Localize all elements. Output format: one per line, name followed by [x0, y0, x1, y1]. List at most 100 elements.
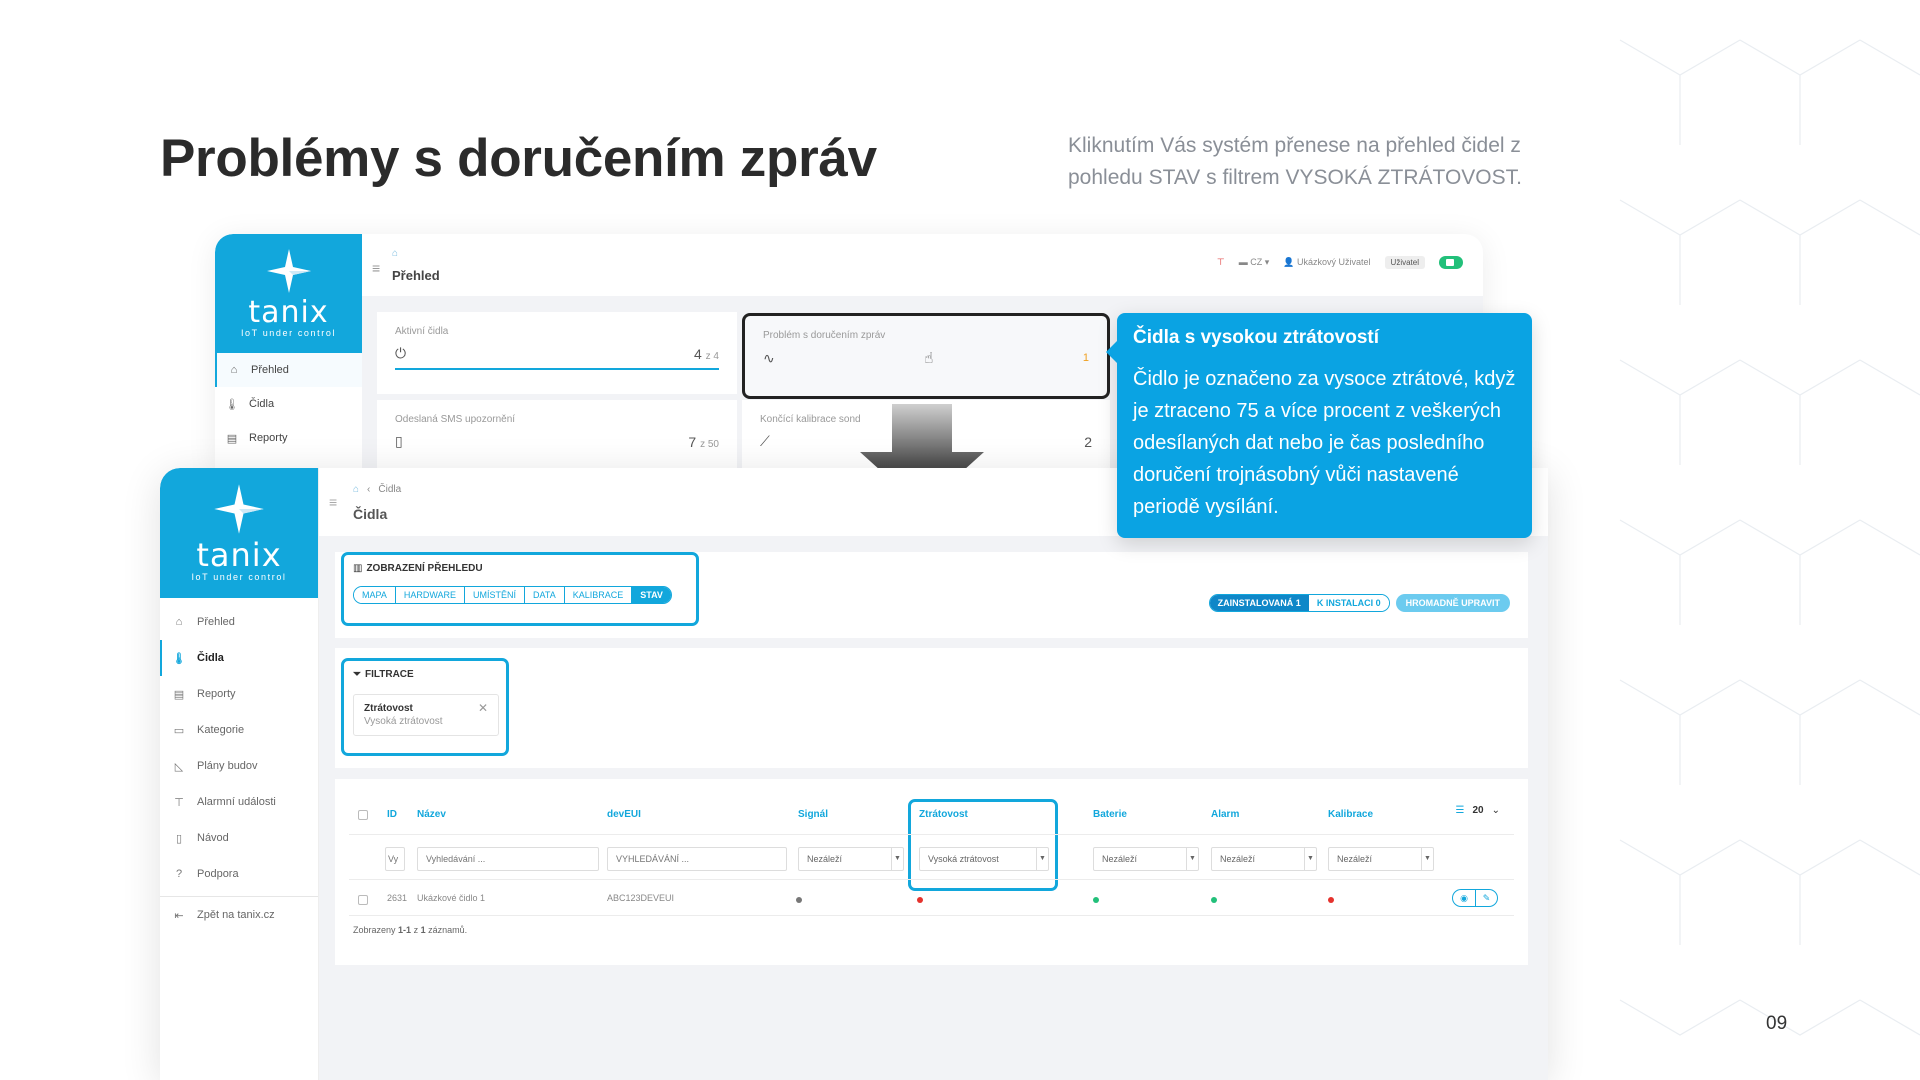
sensors-screenshot: tanix IoT under control ⌂ Přehled 🌡 Čidl… [160, 468, 1548, 1080]
back-link-label: Zpět na tanix.cz [197, 909, 275, 921]
caret-down-icon: ▼ [1421, 848, 1433, 870]
loss-filter-select[interactable]: Vysoká ztrátovost ▼ [919, 847, 1049, 871]
sidebar-item-prehled[interactable]: ⌂ Přehled [160, 604, 318, 640]
sidebar-item-reporty[interactable]: ▤ Reporty [215, 421, 362, 455]
filter-panel: ⏷ FILTRACE Ztrátovost Vysoká ztrátovost … [335, 648, 1528, 768]
tab-hardware[interactable]: HARDWARE [395, 587, 466, 603]
home-icon[interactable]: ⌂ [392, 248, 398, 259]
tanix-logo-mark-icon [214, 484, 264, 534]
logo-word: tanix [196, 536, 282, 574]
row-checkbox[interactable] [358, 895, 368, 905]
sidebar-item-kategorie[interactable]: ▭ Kategorie [160, 712, 318, 748]
installation-filter: ZAINSTALOVANÁ 1 K INSTALACI 0 [1208, 594, 1390, 612]
sidebar-item-prehled[interactable]: ⌂ Přehled [215, 353, 362, 387]
sidebar-item-navod[interactable]: ▯ Návod [160, 820, 318, 856]
sidebar-item-label: Podpora [197, 868, 239, 880]
hamburger-menu-icon[interactable]: ≡ [329, 494, 337, 510]
sidebar-item-label: Reporty [249, 432, 288, 444]
summary-total: 1 [420, 925, 426, 935]
caret-down-icon: ▼ [891, 848, 903, 870]
sidebar-item-plany-budov[interactable]: ◺ Plány budov [160, 748, 318, 784]
pencil-icon[interactable]: ✎ [1475, 890, 1497, 906]
phone-icon: ▯ [395, 433, 403, 449]
summary-range: 1-1 [398, 925, 412, 935]
battery-status-dot [1093, 897, 1099, 903]
sensors-sidebar: tanix IoT under control ⌂ Přehled 🌡 Čidl… [160, 468, 319, 1080]
column-header-loss[interactable]: Ztrátovost [919, 809, 968, 820]
tab-kalibrace[interactable]: KALIBRACE [564, 587, 633, 603]
sidebar-item-podpora[interactable]: ? Podpora [160, 856, 318, 892]
caret-down-icon: ▼ [1036, 848, 1048, 870]
deveui-filter-input[interactable] [607, 847, 787, 871]
view-tabs: MAPA HARDWARE UMÍSTĚNÍ DATA KALIBRACE ST… [353, 586, 672, 604]
antenna-icon[interactable]: ⊤ [1217, 257, 1225, 268]
battery-filter-select[interactable]: Nezáleží ▼ [1093, 847, 1199, 871]
row-name[interactable]: Ukázkové čidlo 1 [417, 893, 485, 903]
signal-status-dot [796, 897, 802, 903]
overview-header: ≡ ⌂ Přehled ⊤ ▬ CZ ▾ 👤 Ukázkový Uživatel… [362, 234, 1483, 296]
breadcrumb-item[interactable]: Čidla [378, 484, 401, 495]
column-header-name[interactable]: Název [417, 809, 446, 820]
column-header-id[interactable]: ID [387, 809, 397, 820]
overview-sidebar: tanix IoT under control ⌂ Přehled 🌡 Čidl… [215, 234, 362, 470]
column-header-signal[interactable]: Signál [798, 809, 828, 820]
card-sms-alerts[interactable]: Odeslaná SMS upozornění ▯ 7 z 50 [377, 400, 737, 470]
sidebar-item-cidla[interactable]: 🌡 Čidla [160, 640, 318, 676]
card-active-sensors[interactable]: Aktivní čidla ⏻ 4 z 4 [377, 312, 737, 394]
column-header-calibration[interactable]: Kalibrace [1328, 809, 1373, 820]
logo-tagline: IoT under control [240, 328, 337, 338]
sidebar-item-label: Čidla [197, 652, 224, 664]
to-install-button[interactable]: K INSTALACI 0 [1308, 595, 1389, 611]
filter-value: Vysoká ztrátovost [364, 716, 443, 727]
sidebar-item-label: Čidla [249, 398, 275, 410]
signal-filter-value: Nezáleží [807, 854, 843, 864]
logo-word: tanix [248, 295, 329, 330]
hamburger-menu-icon[interactable]: ≡ [372, 260, 380, 276]
column-header-battery[interactable]: Baterie [1093, 809, 1127, 820]
id-filter-input[interactable] [385, 847, 405, 871]
card-message-delivery-problem[interactable]: Problém s doručením zpráv ∿ ☝ 1 [742, 313, 1110, 399]
status-controls: ZAINSTALOVANÁ 1 K INSTALACI 0 HROMADNĚ U… [1208, 594, 1510, 612]
tab-data[interactable]: DATA [525, 587, 565, 603]
user-menu[interactable]: 👤 Ukázkový Uživatel [1283, 257, 1370, 268]
role-badge: Uživatel [1384, 256, 1425, 269]
tab-stav[interactable]: STAV [632, 587, 671, 603]
tab-umisteni[interactable]: UMÍSTĚNÍ [465, 587, 526, 603]
back-to-site-link[interactable]: ⇤ Zpět na tanix.cz [160, 897, 318, 933]
records-summary: Zobrazeny 1-1 z 1 záznamů. [353, 925, 467, 935]
bulk-edit-button[interactable]: HROMADNĚ UPRAVIT [1395, 594, 1510, 612]
column-header-deveui[interactable]: devEUI [607, 809, 641, 820]
slide-description: Kliknutím Vás systém přenese na přehled … [1068, 134, 1522, 189]
select-all-checkbox[interactable] [358, 810, 368, 820]
tab-mapa[interactable]: MAPA [354, 587, 396, 603]
installed-button[interactable]: ZAINSTALOVANÁ 1 [1209, 595, 1309, 611]
close-icon[interactable]: ✕ [478, 701, 488, 715]
signal-filter-select[interactable]: Nezáleží ▼ [798, 847, 904, 871]
home-icon[interactable]: ⌂ [353, 484, 359, 495]
card-value: 4 [693, 345, 702, 362]
language-switcher[interactable]: ▬ CZ ▾ [1239, 257, 1270, 268]
per-page-select[interactable]: ☰ 20 ⌄ [1456, 805, 1500, 816]
sidebar-item-label: Reporty [197, 688, 236, 700]
list-icon: ☰ [1455, 805, 1465, 816]
card-label: Problém s doručením zpráv [763, 330, 886, 341]
name-filter-input[interactable] [417, 847, 599, 871]
alarm-filter-value: Nezáleží [1220, 854, 1256, 864]
column-header-alarm[interactable]: Alarm [1211, 809, 1239, 820]
caret-down-icon: ▼ [1186, 848, 1198, 870]
status-toggle[interactable] [1439, 256, 1463, 269]
active-filter-chip[interactable]: Ztrátovost Vysoká ztrátovost ✕ [353, 694, 499, 736]
calibration-filter-select[interactable]: Nezáleží ▼ [1328, 847, 1434, 871]
sidebar-item-reporty[interactable]: ▤ Reporty [160, 676, 318, 712]
sidebar-item-cidla[interactable]: 🌡 Čidla [215, 387, 362, 421]
card-total: z 4 [705, 350, 719, 362]
user-name: Ukázkový Uživatel [1297, 257, 1371, 267]
filter-key: Ztrátovost [364, 703, 413, 714]
sidebar-item-label: Kategorie [197, 724, 245, 736]
summary-suffix: záznamů. [428, 925, 468, 935]
alarm-filter-select[interactable]: Nezáleží ▼ [1211, 847, 1317, 871]
report-icon: ▤ [226, 432, 238, 445]
eye-icon[interactable]: ◉ [1453, 890, 1475, 906]
folder-icon: ▭ [173, 724, 185, 737]
sidebar-item-alarmni-udalosti[interactable]: ⊤ Alarmní události [160, 784, 318, 820]
